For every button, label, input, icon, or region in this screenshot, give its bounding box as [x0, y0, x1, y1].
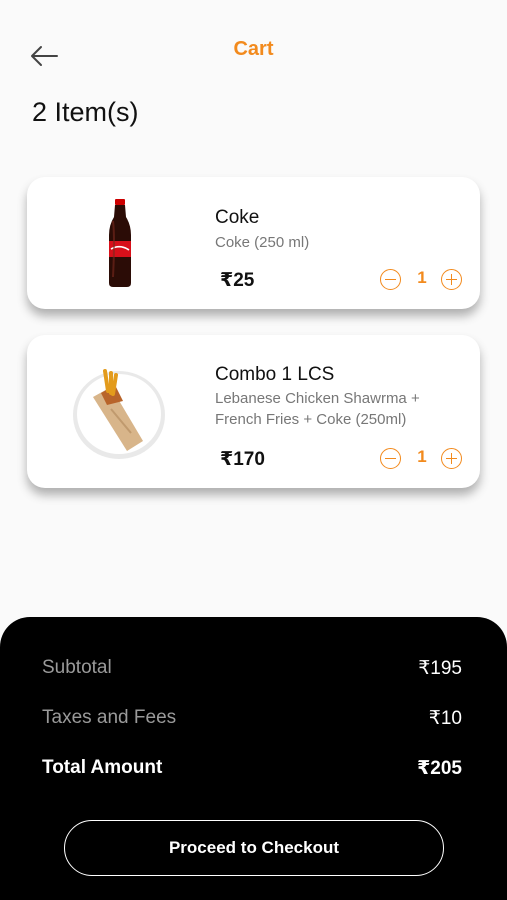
increase-quantity-button[interactable]	[441, 269, 462, 290]
order-summary: Subtotal ₹195 Taxes and Fees ₹10 Total A…	[0, 617, 507, 900]
item-name: Coke	[215, 207, 260, 228]
quantity-stepper: 1	[377, 446, 467, 472]
total-value: ₹205	[417, 758, 462, 779]
decrease-quantity-button[interactable]	[380, 269, 401, 290]
quantity-value: 1	[417, 447, 427, 466]
subtotal-label: Subtotal	[42, 657, 112, 678]
taxes-label: Taxes and Fees	[42, 707, 177, 728]
header: Cart	[0, 0, 507, 100]
cart-item-card: Coke Coke (250 ml) ₹25 1	[27, 177, 480, 309]
item-price: ₹25	[220, 270, 255, 291]
checkout-button[interactable]: Proceed to Checkout	[64, 820, 444, 876]
cart-item-card: Combo 1 LCS Lebanese Chicken Shawrma + F…	[27, 335, 480, 488]
decrease-quantity-button[interactable]	[380, 448, 401, 469]
item-price: ₹170	[220, 449, 265, 470]
coke-bottle-image	[109, 199, 131, 287]
total-label: Total Amount	[42, 757, 163, 778]
item-description: Lebanese Chicken Shawrma + French Fries …	[215, 390, 420, 428]
increase-quantity-button[interactable]	[441, 448, 462, 469]
quantity-value: 1	[417, 268, 427, 287]
quantity-stepper: 1	[377, 267, 467, 293]
subtotal-value: ₹195	[418, 658, 462, 679]
item-count: 2 Item(s)	[32, 97, 139, 127]
item-name: Combo 1 LCS	[215, 364, 335, 385]
taxes-value: ₹10	[428, 708, 462, 729]
shawarma-plate-image	[73, 369, 165, 459]
item-description: Coke (250 ml)	[215, 234, 310, 251]
page-title: Cart	[233, 38, 274, 60]
